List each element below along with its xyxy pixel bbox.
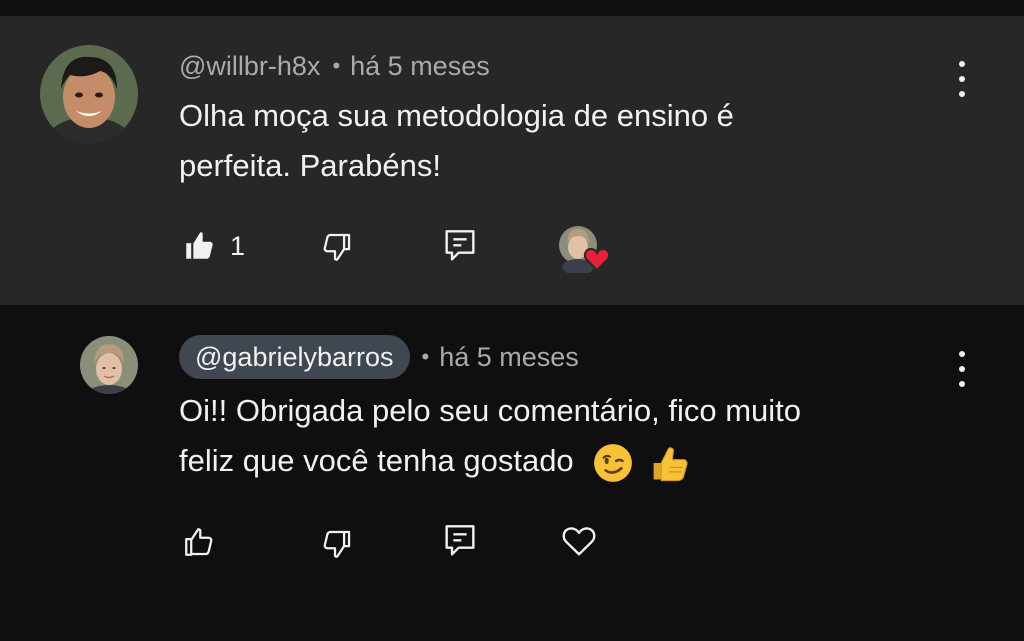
heart-button[interactable]: [561, 523, 597, 557]
thumbs-up-icon: [185, 528, 213, 556]
comment-text: Olha moça sua metodologia de ensino é pe…: [179, 91, 734, 191]
comment-text-line: Olha moça sua metodologia de ensino é: [179, 98, 734, 133]
like-count: 1: [230, 230, 246, 261]
reply-time[interactable]: há 5 meses: [439, 342, 579, 373]
like-button[interactable]: 1: [182, 228, 245, 264]
dislike-button[interactable]: [320, 527, 354, 561]
reply-comment-icon: [445, 525, 475, 556]
reply-thread-item: @gabrielybarros • há 5 meses Oi!! Obriga…: [0, 305, 1024, 641]
reply-author-avatar[interactable]: [80, 336, 138, 394]
thumbs-up-emoji: [653, 447, 688, 481]
reply-button[interactable]: [444, 523, 476, 559]
reply-author-chip[interactable]: @gabrielybarros: [179, 335, 410, 379]
top-strip: [0, 0, 1024, 16]
reply-comment-icon: [445, 230, 475, 261]
reply-text-line-2: feliz que você tenha gostado: [179, 436, 801, 486]
comment-author[interactable]: @willbr-h8x: [179, 51, 320, 82]
heart-outline-icon: [562, 527, 596, 556]
header-separator: •: [332, 53, 341, 78]
comment-time[interactable]: há 5 meses: [350, 51, 490, 82]
creator-heart-badge[interactable]: [558, 223, 612, 273]
thumbs-down-icon: [323, 233, 351, 261]
comment-thread-item: @willbr-h8x • há 5 meses Olha moça sua m…: [0, 16, 1024, 305]
reply-text-content: feliz que você tenha gostado: [179, 443, 574, 478]
reply-text: Oi!! Obrigada pelo seu comentário, fico …: [179, 386, 801, 486]
commenter-avatar[interactable]: [40, 45, 138, 143]
more-options-button[interactable]: [957, 351, 967, 387]
reply-button[interactable]: [444, 228, 476, 264]
header-separator: •: [421, 344, 430, 369]
more-options-button[interactable]: [957, 61, 967, 97]
winking-face-emoji: [594, 443, 633, 482]
dislike-button[interactable]: [320, 230, 354, 264]
comment-header: @willbr-h8x • há 5 meses: [179, 48, 490, 84]
thumbs-down-icon: [323, 530, 351, 558]
thumbs-up-filled-icon: [186, 232, 213, 259]
reply-header: @gabrielybarros • há 5 meses: [179, 335, 579, 379]
comment-text-line: perfeita. Parabéns!: [179, 148, 441, 183]
like-button[interactable]: [182, 525, 216, 559]
reply-text-line: Oi!! Obrigada pelo seu comentário, fico …: [179, 393, 802, 428]
